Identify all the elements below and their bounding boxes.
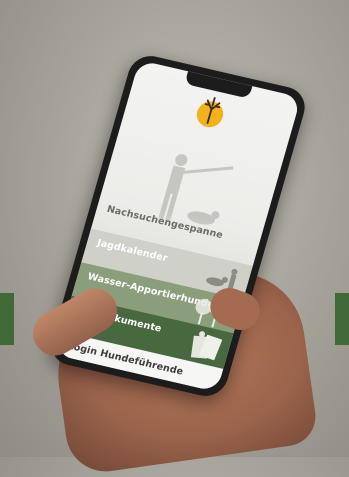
deer-antler-logo-icon <box>193 97 227 130</box>
right-green-accent <box>335 293 349 345</box>
left-green-accent <box>0 293 14 345</box>
